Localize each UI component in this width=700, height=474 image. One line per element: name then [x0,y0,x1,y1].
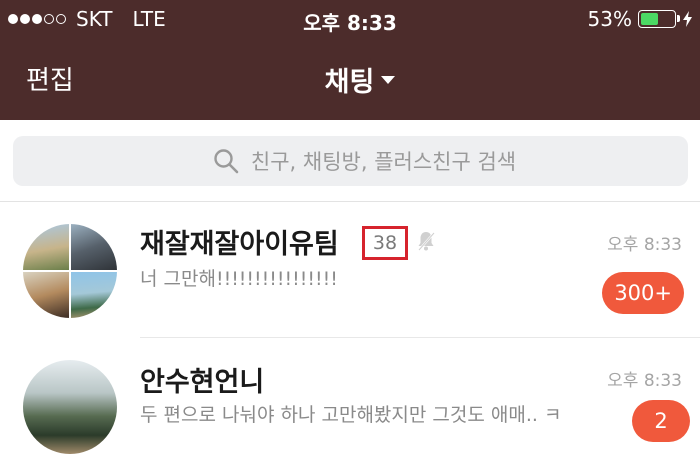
header: SKT LTE 오후 8:33 53% 편집 채팅 [0,0,700,120]
page-title: 채팅 [324,67,375,98]
charging-bolt-icon [683,11,692,27]
unread-badge: 2 [632,400,690,442]
caret-down-icon [381,75,396,84]
unread-badge: 300+ [602,272,684,314]
avatar-photo [23,224,69,270]
chat-title-dropdown[interactable]: 채팅 [0,60,700,99]
search-placeholder: 친구, 채팅방, 플러스친구 검색 [250,150,517,174]
avatar [23,360,117,454]
status-right: 53% [588,7,692,31]
avatar-photo [71,224,117,270]
chat-row[interactable]: 재잘재잘아이유팀 너 그만해!!!!!!!!!!!!!!!! 오후 8:33 3… [0,202,700,338]
avatar-photo [23,272,69,318]
search-input[interactable]: 친구, 채팅방, 플러스친구 검색 [13,136,688,186]
avatar-collage [23,224,117,318]
battery-percent: 53% [587,7,632,31]
group-avatar [23,224,117,318]
nav-bar: 편집 채팅 [0,38,700,120]
avatar-photo [71,272,117,318]
chat-row[interactable]: 안수현언니 두 편으로 나눠야 하나 고만해봤지만 그것도 애매.. ㅋ 오후 … [0,338,700,474]
search-area: 친구, 채팅방, 플러스친구 검색 [0,120,700,202]
chat-name: 안수현언니 [140,367,265,398]
chat-time: 오후 8:33 [607,235,682,255]
member-count-badge: 38 [362,226,408,260]
chat-preview: 두 편으로 나눠야 하나 고만해봤지만 그것도 애매.. ㅋ [140,404,562,426]
avatar-photo [23,360,117,454]
bell-off-icon [418,232,435,251]
battery-nub [677,15,680,22]
status-bar: SKT LTE 오후 8:33 53% [0,0,700,38]
battery-fill [641,13,658,25]
search-icon [214,149,239,174]
chat-time: 오후 8:33 [607,371,682,391]
chat-name: 재잘재잘아이유팀 [140,229,339,260]
chat-preview: 너 그만해!!!!!!!!!!!!!!!! [140,268,338,290]
chat-list: 재잘재잘아이유팀 너 그만해!!!!!!!!!!!!!!!! 오후 8:33 3… [0,202,700,454]
battery-icon [638,10,680,28]
